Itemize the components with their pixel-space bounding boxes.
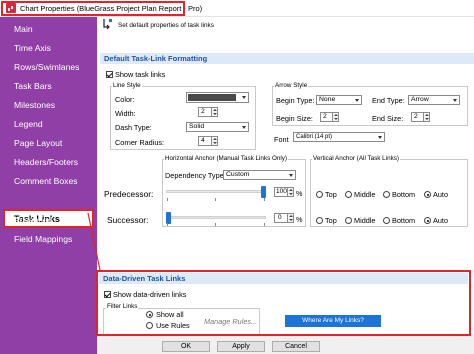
chevron-down-icon — [289, 174, 293, 177]
begin-size-input[interactable]: 2 — [320, 112, 333, 122]
radio-label: Bottom — [392, 190, 416, 199]
width-label: Width: — [115, 109, 136, 118]
pred-radio-bottom[interactable] — [383, 191, 390, 198]
radio-label: Middle — [354, 190, 376, 199]
corner-radius-label: Corner Radius: — [115, 138, 165, 147]
end-type-value: Arrow — [411, 96, 429, 103]
horizontal-anchor-title: Horizontal Anchor (Manual Task Links Onl… — [164, 155, 289, 162]
end-type-label: End Type: — [372, 96, 405, 105]
percent-sign: % — [296, 189, 303, 198]
begin-type-select[interactable]: None — [316, 95, 362, 105]
predecessor-slider-thumb[interactable] — [261, 186, 266, 198]
vertical-anchor-title: Vertical Anchor (All Task Links) — [312, 155, 400, 162]
slider-tick — [167, 223, 168, 226]
manage-rules-link[interactable]: Manage Rules... — [204, 317, 257, 326]
end-size-label: End Size: — [372, 114, 404, 123]
color-swatch — [188, 94, 236, 101]
successor-slider-track[interactable] — [166, 216, 266, 219]
dependency-type-select[interactable]: Custom — [223, 170, 296, 180]
radio-label: Auto — [433, 216, 449, 225]
use-rules-label: Use Rules — [156, 321, 190, 330]
corner-radius-stepper[interactable] — [212, 136, 218, 146]
font-select[interactable]: Calibri (14 pt) — [293, 132, 385, 142]
chevron-down-icon — [453, 99, 457, 102]
arrow-style-title: Arrow Style — [274, 82, 309, 89]
slider-tick — [215, 198, 216, 201]
dash-type-value: Solid — [189, 123, 205, 130]
line-style-title: Line Style — [112, 82, 142, 89]
show-task-links-checkbox[interactable] — [106, 71, 113, 78]
show-all-radio[interactable] — [146, 311, 153, 318]
pred-radio-auto[interactable] — [424, 191, 431, 198]
show-data-driven-label: Show data-driven links — [113, 290, 187, 299]
page-description: Set default properties of task links — [118, 22, 214, 29]
section-default-formatting: Default Task-Link Formatting — [100, 53, 474, 64]
chevron-down-icon — [378, 136, 382, 139]
chevron-down-icon — [242, 126, 246, 129]
color-label: Color: — [115, 95, 135, 104]
task-link-icon — [103, 19, 112, 30]
radio-label: Top — [325, 216, 337, 225]
successor-percent-input[interactable]: 0 — [274, 213, 288, 223]
predecessor-slider-track[interactable] — [166, 190, 266, 193]
filter-links-title: Filter Links — [106, 303, 139, 310]
slider-tick — [264, 223, 265, 226]
section-data-driven: Data-Driven Task Links — [99, 273, 468, 284]
dash-type-select[interactable]: Solid — [186, 122, 249, 132]
corner-radius-input[interactable]: 4 — [198, 136, 212, 146]
apply-button[interactable]: Apply — [217, 341, 265, 352]
pred-radio-top[interactable] — [316, 191, 323, 198]
end-size-stepper[interactable] — [424, 112, 430, 122]
show-task-links-label: Show task links — [115, 70, 166, 79]
predecessor-label: Predecessor: — [104, 189, 154, 199]
show-data-driven-checkbox[interactable] — [104, 291, 111, 298]
width-input[interactable]: 2 — [198, 107, 212, 117]
width-stepper[interactable] — [212, 107, 218, 117]
pred-radio-middle[interactable] — [345, 191, 352, 198]
dependency-type-value: Custom — [226, 171, 250, 178]
end-type-select[interactable]: Arrow — [408, 95, 460, 105]
slider-tick — [264, 198, 265, 201]
successor-stepper[interactable] — [288, 213, 294, 223]
succ-radio-top[interactable] — [316, 217, 323, 224]
radio-label: Top — [325, 190, 337, 199]
font-label: Font — [274, 135, 289, 144]
dash-type-label: Dash Type: — [115, 123, 152, 132]
where-are-my-links-button[interactable]: Where Are My Links? — [285, 315, 381, 327]
dependency-type-label: Dependency Type: — [165, 171, 226, 180]
begin-size-label: Begin Size: — [276, 114, 313, 123]
predecessor-percent-input[interactable]: 100 — [274, 187, 288, 197]
radio-label: Bottom — [392, 216, 416, 225]
chevron-down-icon — [242, 96, 246, 99]
slider-tick — [215, 223, 216, 226]
use-rules-radio[interactable] — [146, 322, 153, 329]
predecessor-stepper[interactable] — [288, 187, 294, 197]
slider-tick — [167, 198, 168, 201]
succ-radio-bottom[interactable] — [383, 217, 390, 224]
begin-size-stepper[interactable] — [333, 112, 339, 122]
show-all-label: Show all — [156, 310, 184, 319]
color-picker[interactable] — [186, 92, 249, 103]
radio-label: Auto — [433, 190, 449, 199]
ok-button[interactable]: OK — [162, 341, 210, 352]
begin-type-label: Begin Type: — [276, 96, 315, 105]
font-value: Calibri (14 pt) — [296, 134, 333, 140]
succ-radio-auto[interactable] — [424, 217, 431, 224]
end-size-input[interactable]: 2 — [411, 112, 424, 122]
begin-type-value: None — [319, 96, 336, 103]
successor-label: Successor: — [107, 215, 149, 225]
percent-sign: % — [296, 215, 303, 224]
cancel-button[interactable]: Cancel — [272, 341, 320, 352]
chevron-down-icon — [355, 99, 359, 102]
succ-radio-middle[interactable] — [345, 217, 352, 224]
radio-label: Middle — [354, 216, 376, 225]
